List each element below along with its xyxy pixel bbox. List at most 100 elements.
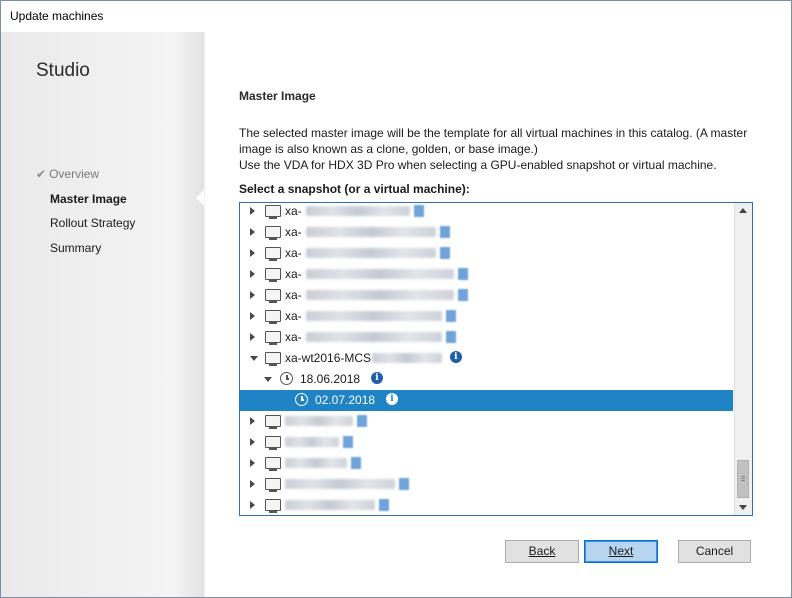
nav-item-rollout-strategy: Rollout Strategy [50, 216, 136, 230]
grip-icon [741, 478, 745, 479]
tree-item-label: xa- [285, 309, 302, 323]
redacted-text [305, 269, 454, 279]
virtual-machine-icon [265, 226, 281, 240]
tree-item-vm[interactable]: xa-wt2016-MCS i [240, 348, 733, 369]
redacted-icon [357, 415, 367, 427]
chevron-right-icon[interactable] [250, 207, 255, 215]
snapshot-tree-body: xa-xa-xa-xa-xa-xa-xa-xa-wt2016-MCS i 18.06… [240, 203, 733, 515]
tree-item-label: xa- [285, 225, 302, 239]
clock-icon [280, 372, 293, 385]
redacted-icon [343, 436, 353, 448]
redacted-icon [457, 289, 468, 301]
tree-item-vm[interactable] [240, 432, 733, 453]
title-bar: Update machines [1, 1, 791, 32]
redacted-text [305, 206, 410, 216]
redacted-icon [457, 268, 468, 280]
virtual-machine-icon [265, 415, 281, 429]
redacted-text [305, 332, 442, 342]
redacted-text [305, 227, 436, 237]
tree-item-vm[interactable]: xa- [240, 306, 733, 327]
window-title: Update machines [10, 9, 104, 23]
tree-item-vm[interactable]: xa- [240, 222, 733, 243]
virtual-machine-icon [265, 331, 281, 345]
check-icon: ✔ [36, 167, 47, 181]
next-button[interactable]: Next [584, 540, 658, 563]
tree-item-snapshot[interactable]: 18.06.2018 i [240, 369, 733, 390]
virtual-machine-icon [265, 436, 281, 450]
page-heading: Master Image [239, 89, 316, 103]
chevron-right-icon[interactable] [250, 417, 255, 425]
scroll-up-arrow-icon[interactable] [739, 208, 747, 213]
nav-item-label: Overview [49, 167, 100, 181]
chevron-right-icon[interactable] [250, 228, 255, 236]
nav-item-summary: Summary [50, 241, 102, 255]
tree-item-snapshot[interactable]: 02.07.2018 i [240, 390, 733, 411]
chevron-right-icon[interactable] [250, 312, 255, 320]
tree-item-label: xa- [285, 330, 302, 344]
chevron-right-icon[interactable] [250, 501, 255, 509]
active-step-pointer [196, 190, 204, 206]
chevron-down-icon[interactable] [250, 356, 258, 361]
redacted-icon [399, 478, 409, 490]
snapshot-select-label: Select a snapshot (or a virtual machine)… [239, 182, 470, 196]
tree-item-label: 02.07.2018 [315, 393, 376, 407]
redacted-text [305, 248, 436, 258]
clock-icon [295, 393, 308, 406]
tree-item-vm[interactable]: xa- [240, 243, 733, 264]
virtual-machine-icon [265, 247, 281, 261]
chevron-down-icon[interactable] [264, 377, 272, 382]
chevron-right-icon[interactable] [250, 249, 255, 257]
cancel-button[interactable]: Cancel [678, 540, 751, 563]
chevron-right-icon[interactable] [250, 333, 255, 341]
redacted-text [371, 353, 442, 363]
virtual-machine-icon [265, 268, 281, 282]
tree-item-label: 18.06.2018 [300, 372, 361, 386]
back-button[interactable]: Back [505, 540, 579, 563]
tree-item-vm[interactable]: xa- [240, 203, 733, 222]
chevron-right-icon[interactable] [250, 459, 255, 467]
tree-item-label: xa- [285, 204, 302, 218]
nav-item-master-image: Master Image [50, 192, 127, 206]
redacted-icon [439, 247, 450, 259]
redacted-icon [439, 226, 450, 238]
tree-scrollbar[interactable] [734, 203, 752, 515]
info-icon[interactable]: i [371, 372, 383, 384]
tree-item-vm[interactable] [240, 495, 733, 515]
tree-item-vm[interactable] [240, 474, 733, 495]
info-icon[interactable]: i [386, 393, 398, 405]
chevron-right-icon[interactable] [250, 438, 255, 446]
redacted-icon [351, 457, 361, 469]
tree-item-label: xa- [285, 288, 302, 302]
virtual-machine-icon [265, 499, 281, 513]
virtual-machine-icon [265, 478, 281, 492]
info-icon[interactable]: i [449, 351, 462, 363]
redacted-icon [445, 310, 456, 322]
redacted-text [285, 500, 375, 510]
redacted-text [285, 458, 347, 468]
redacted-icon [379, 499, 389, 511]
studio-title: Studio [36, 60, 90, 81]
virtual-machine-icon [265, 205, 281, 219]
chevron-right-icon[interactable] [250, 291, 255, 299]
tree-item-vm[interactable] [240, 453, 733, 474]
back-button-label: Back [528, 544, 556, 558]
snapshot-tree[interactable]: xa-xa-xa-xa-xa-xa-xa-xa-wt2016-MCS i 18.06… [239, 202, 753, 516]
tree-item-vm[interactable]: xa- [240, 264, 733, 285]
chevron-right-icon[interactable] [250, 270, 255, 278]
tree-item-label: xa- [285, 246, 302, 260]
chevron-right-icon[interactable] [250, 480, 255, 488]
redacted-text [285, 437, 339, 447]
virtual-machine-icon [265, 289, 281, 303]
nav-item-overview: ✔ Overview [36, 167, 99, 181]
wizard-sidebar [1, 32, 204, 597]
redacted-text [305, 290, 454, 300]
scroll-thumb[interactable] [737, 460, 749, 498]
tree-item-vm[interactable]: xa- [240, 285, 733, 306]
virtual-machine-icon [265, 352, 281, 366]
virtual-machine-icon [265, 310, 281, 324]
tree-item-vm[interactable] [240, 411, 733, 432]
redacted-text [285, 416, 353, 426]
scroll-down-arrow-icon[interactable] [739, 505, 747, 510]
tree-item-vm[interactable]: xa- [240, 327, 733, 348]
redacted-icon [445, 331, 456, 343]
